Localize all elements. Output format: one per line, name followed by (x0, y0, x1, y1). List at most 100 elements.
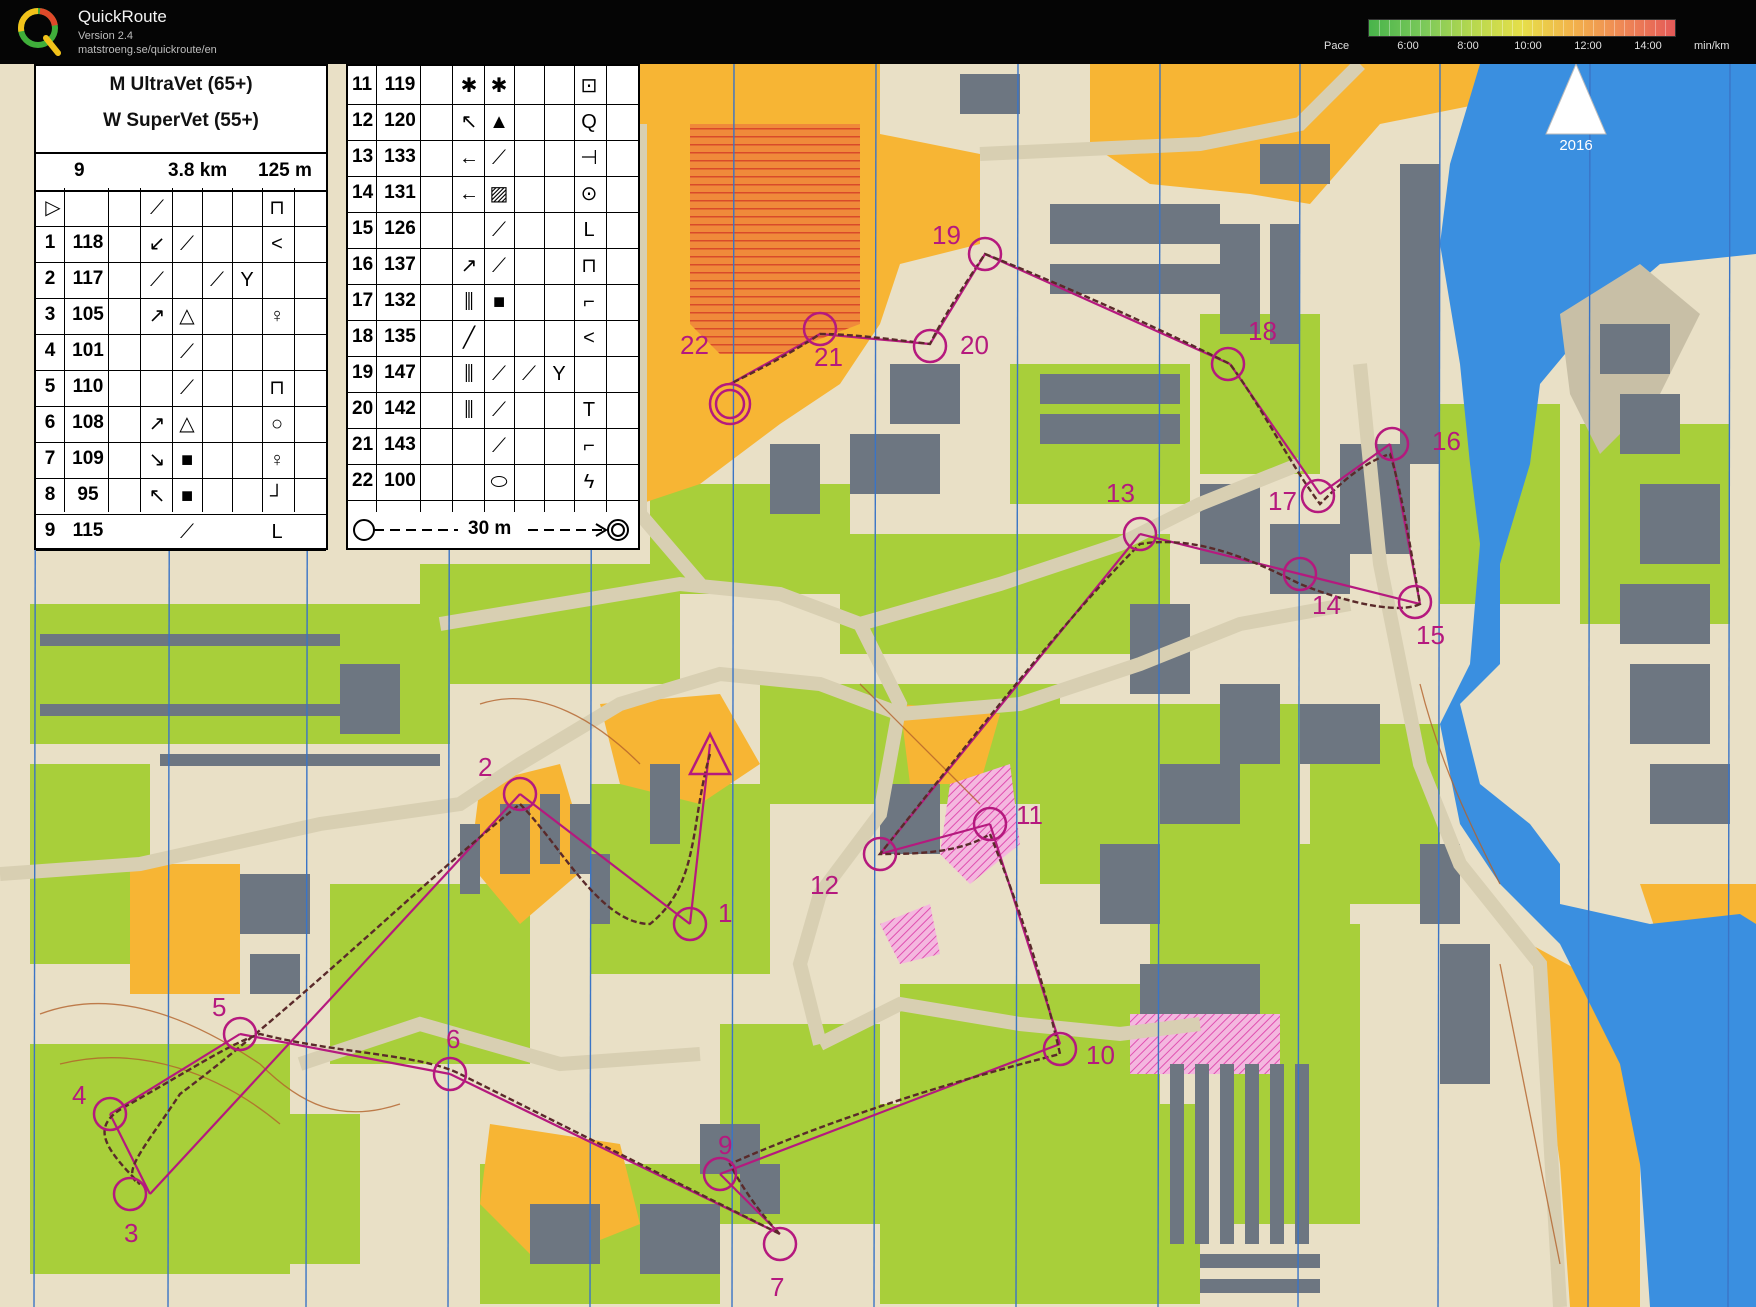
control-code: 147 (384, 362, 416, 383)
control-code: 108 (72, 412, 104, 433)
class-line: W SuperVet (55+) (103, 110, 259, 131)
path-icon: ⟋ (180, 233, 194, 255)
control-description-row: 11 119 ✱ ✱ ⊡ (348, 68, 638, 105)
vegetation-icon: ✱ (490, 75, 508, 97)
stairway-icon: ⟋ (522, 363, 536, 385)
control-code: 95 (77, 484, 99, 505)
pillar-icon: ⫼ (464, 363, 474, 385)
control-number: 7 (44, 448, 56, 469)
app-header: QuickRoute Version 2.4 matstroeng.se/qui… (0, 0, 1756, 64)
direction-icon: ↗ (148, 413, 166, 435)
control-number: 11 (352, 74, 373, 95)
control-code: 117 (72, 268, 104, 289)
corner-icon: < (583, 327, 595, 349)
control-number: 4 (44, 340, 56, 361)
svg-text:11: 11 (1016, 800, 1043, 830)
path-icon: ⟋ (210, 269, 224, 291)
between-icon: ⊡ (580, 75, 598, 97)
control-code: 126 (384, 218, 416, 239)
building-icon: ■ (492, 291, 506, 313)
svg-text:13: 13 (1106, 478, 1135, 508)
control-description-left: M UltraVet (65+) W SuperVet (55+) 9 3.8 … (34, 64, 328, 551)
control-code: 101 (72, 340, 104, 361)
control-number: 16 (352, 254, 374, 275)
wall-icon: ⟋ (492, 147, 506, 169)
oval-icon: ⬭ (490, 471, 508, 493)
pace-tick: 14:00 (1634, 40, 1662, 52)
control-description-row: 22 100 ⬭ ϟ (348, 464, 638, 501)
stairway-icon: ⟋ (492, 219, 506, 241)
svg-text:16: 16 (1432, 426, 1461, 456)
control-number: 17 (352, 290, 374, 311)
corner-icon: < (271, 233, 283, 255)
control-number: 14 (352, 182, 374, 203)
direction-icon: ↙ (148, 233, 166, 255)
control-code: 142 (384, 398, 416, 419)
svg-text:1: 1 (718, 898, 732, 928)
corner-icon: ⌐ (583, 435, 595, 457)
tree-icon: △ (179, 413, 195, 435)
svg-text:14: 14 (1312, 590, 1341, 620)
course-length: 3.8 km (168, 160, 228, 181)
direction-icon: ← (459, 183, 479, 205)
control-code: 118 (72, 232, 104, 253)
corner-icon: L (583, 219, 595, 241)
control-description-row: 21 143 ⟋ ⌐ (348, 428, 638, 465)
control-description-row: 16 137 ↗ ⟋ ⊓ (348, 248, 638, 285)
control-number: 21 (352, 434, 374, 455)
direction-icon: ↖ (148, 485, 166, 507)
building-icon: ■ (180, 449, 194, 471)
control-number: 13 (352, 146, 374, 167)
control-code: 105 (72, 304, 104, 325)
point-icon: Q (581, 111, 597, 133)
orienteering-map[interactable]: 2016 1 2 3 4 5 6 7 9 10 11 12 13 14 15 1… (0, 64, 1756, 1307)
end-icon: ⊣ (580, 147, 598, 169)
tree-icon: △ (179, 305, 195, 327)
svg-text:21: 21 (814, 342, 843, 372)
control-description-row: 7 109 ↘ ■ ♀ (36, 442, 326, 479)
control-number: 1 (44, 232, 56, 253)
control-code: 131 (384, 182, 416, 203)
direction-icon: ↗ (148, 305, 166, 327)
svg-text:7: 7 (770, 1272, 784, 1302)
control-code: 110 (72, 376, 104, 397)
direction-icon: ↗ (460, 255, 478, 277)
point-icon: ♀ (269, 449, 285, 471)
stairway-icon: ⟋ (492, 435, 506, 457)
control-number: 6 (44, 412, 56, 433)
app-url[interactable]: matstroeng.se/quickroute/en (78, 44, 217, 56)
control-code: 135 (384, 326, 416, 347)
control-description-row: 6 108 ↗ △ ○ (36, 406, 326, 443)
control-number: 19 (352, 362, 374, 383)
control-code: 120 (384, 110, 416, 131)
control-description-row: 8 95 ↖ ■ ┘ (36, 478, 326, 515)
pace-unit: min/km (1694, 40, 1730, 52)
svg-text:22: 22 (680, 330, 709, 360)
control-number: 22 (352, 470, 374, 491)
finish-row: 30 m (348, 512, 638, 548)
stairway-icon: ⟋ (180, 341, 194, 363)
direction-icon: ← (459, 147, 479, 169)
between-icon: ⊓ (269, 197, 285, 219)
quickroute-logo-icon (18, 8, 61, 56)
pace-tick: 10:00 (1514, 40, 1542, 52)
pace-color-scale (1368, 19, 1676, 37)
control-description-row: 5 110 ⟋ ⊓ (36, 370, 326, 407)
pace-label: Pace (1324, 40, 1350, 52)
corner-icon: L (271, 521, 283, 543)
course-header-row: 9 3.8 km 125 m (36, 152, 326, 192)
wall-icon: ╱ (462, 327, 476, 349)
control-number: 18 (352, 326, 374, 347)
control-code: 100 (384, 470, 416, 491)
corner-icon: ⌐ (583, 291, 595, 313)
svg-text:12: 12 (810, 870, 839, 900)
svg-text:17: 17 (1268, 486, 1297, 516)
control-description-row: 15 126 ⟋ L (348, 212, 638, 249)
control-description-right: 11 119 ✱ ✱ ⊡ 12 120 ↖ ▲ Q 13 133 ← ⟋ ⊣ 14 131 ← ▨ ⊙ 15 126 ⟋ L 1… (346, 64, 640, 550)
boulder-icon: ▲ (489, 111, 509, 133)
path-icon: ⟋ (150, 269, 164, 291)
control-number: 15 (352, 218, 374, 239)
direction-icon: ↖ (460, 111, 478, 133)
control-description-row: 12 120 ↖ ▲ Q (348, 104, 638, 141)
control-description-row: 4 101 ⟋ (36, 334, 326, 371)
